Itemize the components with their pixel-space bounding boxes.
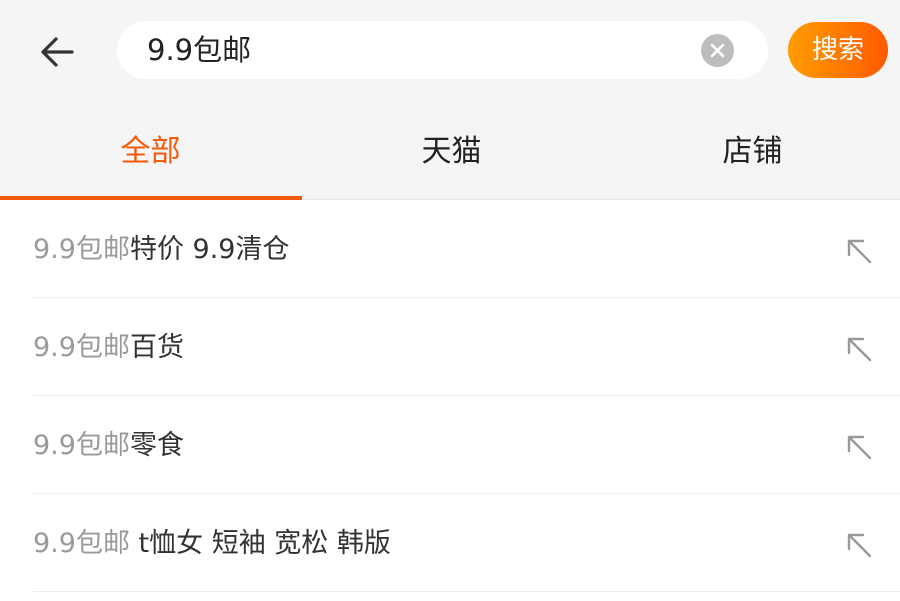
suggestion-text: 9.9包邮特价 9.9清仓: [33, 200, 289, 298]
suggestion-prefix: 9.9包邮: [33, 332, 130, 363]
fill-suggestion-button[interactable]: [843, 235, 875, 267]
suggestion-list: 9.9包邮特价 9.9清仓 9.9包邮百货 9.9包邮零食 9.9包邮 t恤女 …: [0, 200, 900, 592]
suggestion-prefix: 9.9包邮: [33, 528, 130, 559]
tab-tmall[interactable]: 天猫: [301, 100, 602, 200]
search-header: 搜索: [0, 0, 900, 100]
fill-suggestion-button[interactable]: [843, 333, 875, 365]
suggestion-suffix: 百货: [129, 332, 184, 363]
clear-circle-x-icon: [710, 43, 725, 58]
arrow-left-icon: [41, 37, 74, 67]
suggestion-suffix: t恤女 短袖 宽松 韩版: [129, 528, 391, 559]
suggestion-text: 9.9包邮零食: [33, 396, 184, 494]
fill-suggestion-button[interactable]: [843, 431, 875, 463]
tab-shops[interactable]: 店铺: [602, 100, 900, 200]
suggestion-suffix: 零食: [129, 430, 184, 461]
suggestion-prefix: 9.9包邮: [33, 430, 130, 461]
arrow-up-left-icon: [847, 239, 872, 264]
fill-suggestion-button[interactable]: [843, 529, 875, 561]
clear-search-button[interactable]: [701, 34, 734, 67]
search-input[interactable]: [147, 21, 687, 79]
search-box: [117, 21, 768, 79]
arrow-up-left-icon: [847, 533, 872, 558]
suggestion-prefix: 9.9包邮: [33, 234, 130, 265]
suggestion-item[interactable]: 9.9包邮零食: [0, 396, 900, 494]
tab-all[interactable]: 全部: [0, 100, 301, 200]
category-tabs: 全部 天猫 店铺: [0, 100, 900, 200]
arrow-up-left-icon: [847, 337, 872, 362]
suggestion-item[interactable]: 9.9包邮百货: [0, 298, 900, 396]
arrow-up-left-icon: [847, 435, 872, 460]
suggestion-item[interactable]: 9.9包邮特价 9.9清仓: [0, 200, 900, 298]
suggestion-item[interactable]: 9.9包邮 t恤女 短袖 宽松 韩版: [0, 494, 900, 592]
search-button[interactable]: 搜索: [788, 22, 888, 78]
row-divider: [33, 591, 900, 592]
suggestion-text: 9.9包邮百货: [33, 298, 184, 396]
suggestion-text: 9.9包邮 t恤女 短袖 宽松 韩版: [33, 494, 391, 592]
back-button[interactable]: [36, 30, 80, 74]
suggestion-suffix: 特价 9.9清仓: [129, 234, 290, 265]
